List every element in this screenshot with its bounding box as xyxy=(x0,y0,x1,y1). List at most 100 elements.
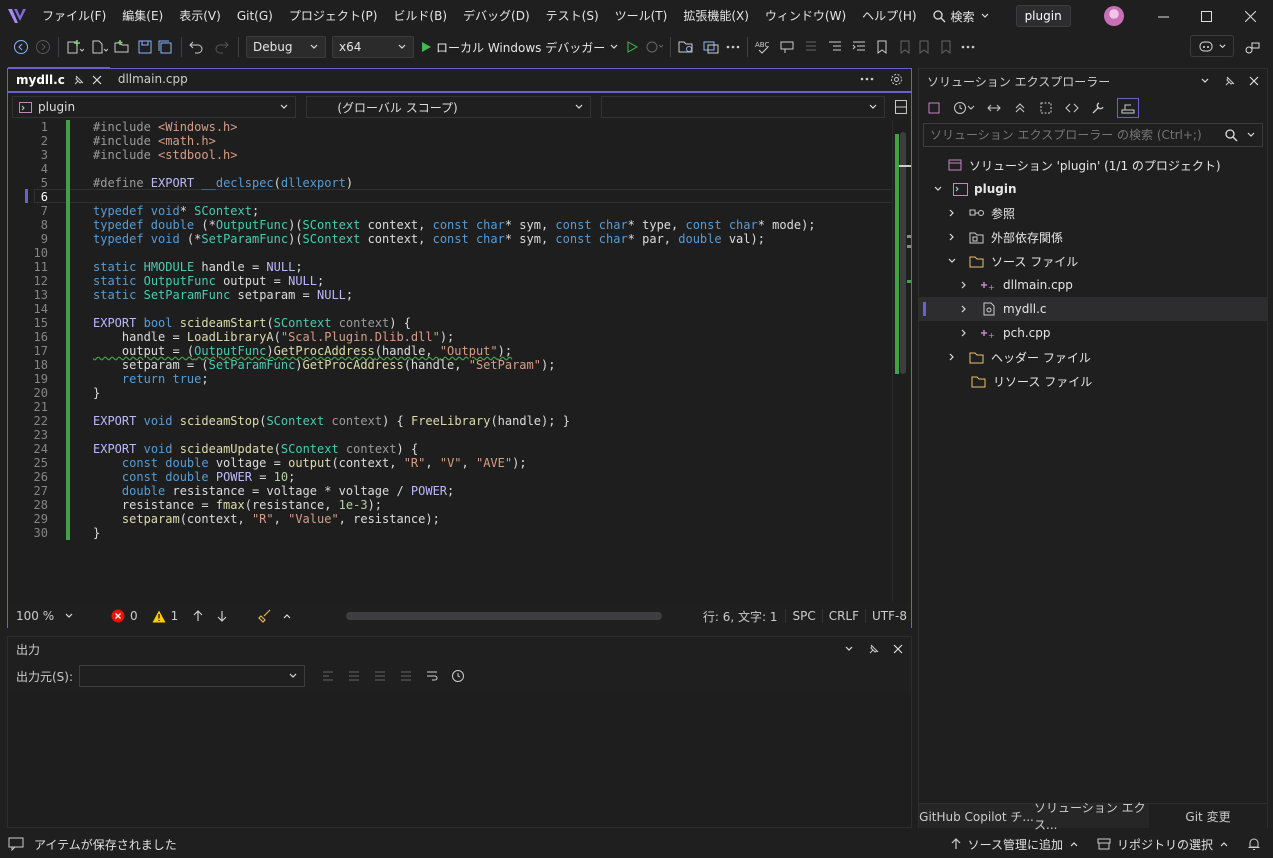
copilot-button[interactable] xyxy=(1190,35,1234,57)
tree-item-source-files[interactable]: ソース ファイル xyxy=(919,249,1267,273)
chevron-right-icon[interactable] xyxy=(959,280,969,290)
menu-tools[interactable]: ツール(T) xyxy=(607,0,676,32)
uncomment-button[interactable] xyxy=(800,35,824,59)
tree-item-dllmain-cpp[interactable]: + dllmain.cpp xyxy=(919,273,1267,297)
new-project-button[interactable] xyxy=(63,35,87,59)
open-folder-button[interactable] xyxy=(111,35,135,59)
chevron-down-icon[interactable] xyxy=(947,256,957,266)
clock-icon[interactable] xyxy=(451,669,465,683)
code-view-icon[interactable] xyxy=(1065,101,1079,115)
tab-overflow-button[interactable] xyxy=(852,67,882,91)
history-icon[interactable] xyxy=(953,101,975,115)
find-message-icon[interactable] xyxy=(321,669,335,683)
menu-edit[interactable]: 編集(E) xyxy=(114,0,171,32)
chevron-down-icon[interactable] xyxy=(933,184,943,194)
output-source-select[interactable] xyxy=(79,665,306,687)
chevron-right-icon[interactable] xyxy=(947,232,957,242)
member-dropdown[interactable] xyxy=(600,96,886,118)
menu-test[interactable]: テスト(S) xyxy=(538,0,607,32)
solution-search-input[interactable] xyxy=(930,128,1225,142)
vertical-scrollbar[interactable] xyxy=(892,120,911,602)
sync-icon[interactable] xyxy=(987,101,1001,115)
warning-count[interactable]: 1 xyxy=(152,609,178,623)
previous-message-icon[interactable] xyxy=(347,669,361,683)
navigate-back-button[interactable] xyxy=(10,35,32,59)
next-message-icon[interactable] xyxy=(373,669,387,683)
feedback-button[interactable] xyxy=(1242,37,1262,57)
show-all-files-icon[interactable] xyxy=(1039,101,1053,115)
tree-item-mydll-c[interactable]: mydll.c xyxy=(919,297,1267,321)
chevron-right-icon[interactable] xyxy=(947,352,957,362)
project-dropdown[interactable]: plugin xyxy=(12,96,297,118)
menu-git[interactable]: Git(G) xyxy=(229,0,281,32)
zoom-select[interactable]: 100 % xyxy=(8,609,83,623)
menu-window[interactable]: ウィンドウ(W) xyxy=(757,0,854,32)
tab-git-changes[interactable]: Git 変更 xyxy=(1149,804,1267,828)
avatar[interactable] xyxy=(1104,6,1124,26)
configuration-select[interactable]: Debug xyxy=(246,36,326,58)
hot-reload-button[interactable] xyxy=(642,35,666,59)
tab-solution-explorer[interactable]: ソリューション エクス... xyxy=(1034,801,1149,832)
horizontal-scrollbar[interactable] xyxy=(346,612,662,620)
chevron-down-icon[interactable] xyxy=(1200,76,1210,86)
menu-extensions[interactable]: 拡張機能(X) xyxy=(675,0,757,32)
new-file-button[interactable] xyxy=(87,35,111,59)
navigate-forward-button[interactable] xyxy=(32,35,54,59)
wrench-icon[interactable] xyxy=(1091,101,1105,115)
chevron-right-icon[interactable] xyxy=(947,208,957,218)
word-wrap-icon[interactable] xyxy=(425,669,439,683)
toolbar-overflow-button[interactable] xyxy=(723,35,743,59)
visual-studio-logo-icon[interactable] xyxy=(0,0,34,32)
error-count[interactable]: 0 xyxy=(111,609,138,623)
solution-name-badge[interactable]: plugin xyxy=(1015,5,1071,27)
cursor-position[interactable]: 行: 6, 文字: 1 xyxy=(695,608,786,625)
notification-status-icon[interactable] xyxy=(8,837,24,851)
tab-mydll-c[interactable]: mydll.c xyxy=(8,67,110,91)
pin-icon[interactable] xyxy=(1224,76,1235,87)
preview-selected-button[interactable] xyxy=(1117,98,1139,118)
add-to-source-control-button[interactable]: ソース管理に追加 xyxy=(950,836,1079,853)
solution-search-box[interactable] xyxy=(923,123,1263,147)
minimize-button[interactable] xyxy=(1140,0,1186,32)
code-editor[interactable]: 1 2 3 4 5 6 7 8 9 10 11 12 13 14 15 16 1… xyxy=(8,120,911,602)
bookmark-button[interactable] xyxy=(872,35,892,59)
clear-all-icon[interactable] xyxy=(399,669,413,683)
search-menu[interactable]: 検索 xyxy=(925,8,998,25)
menu-debug[interactable]: デバッグ(D) xyxy=(455,0,538,32)
chevron-right-icon[interactable] xyxy=(959,328,969,338)
menu-build[interactable]: ビルド(B) xyxy=(385,0,455,32)
outdent-button[interactable] xyxy=(824,35,848,59)
next-bookmark-button[interactable] xyxy=(914,35,936,59)
tree-item-resource-files[interactable]: リソース ファイル xyxy=(919,369,1267,393)
tree-item-references[interactable]: 参照 xyxy=(919,201,1267,225)
tab-github-copilot-chat[interactable]: GitHub Copilot チ... xyxy=(919,804,1034,828)
file-encoding[interactable]: UTF-8 xyxy=(865,609,911,623)
save-all-button[interactable] xyxy=(155,35,177,59)
comment-button[interactable] xyxy=(776,35,800,59)
editor-settings-button[interactable] xyxy=(882,67,911,91)
previous-bookmark-button[interactable] xyxy=(892,35,914,59)
output-text-area[interactable] xyxy=(8,691,911,827)
close-icon[interactable] xyxy=(1249,76,1259,86)
tree-item-external-dependencies[interactable]: 外部依存関係 xyxy=(919,225,1267,249)
scrollbar-thumb[interactable] xyxy=(900,132,906,374)
live-share-button[interactable] xyxy=(699,35,723,59)
start-without-debugging-button[interactable] xyxy=(622,35,642,59)
clear-bookmarks-button[interactable] xyxy=(936,35,958,59)
collapse-all-icon[interactable] xyxy=(1013,101,1027,115)
arrow-down-icon[interactable] xyxy=(216,610,228,622)
platform-select[interactable]: x64 xyxy=(332,36,414,58)
tree-item-header-files[interactable]: ヘッダー ファイル xyxy=(919,345,1267,369)
switch-views-icon[interactable] xyxy=(927,101,941,115)
pin-icon[interactable] xyxy=(73,75,84,86)
toolbar-overflow-button-2[interactable] xyxy=(958,35,978,59)
close-icon[interactable] xyxy=(893,644,903,654)
pin-icon[interactable] xyxy=(868,644,879,655)
bell-icon[interactable] xyxy=(1247,837,1261,851)
tree-item-project[interactable]: plugin xyxy=(919,177,1267,201)
code-cleanup[interactable] xyxy=(258,609,292,623)
close-icon[interactable] xyxy=(92,75,102,85)
split-editor-icon[interactable] xyxy=(895,100,907,114)
chevron-down-icon[interactable] xyxy=(844,644,854,654)
select-repository-button[interactable]: リポジトリの選択 xyxy=(1097,836,1229,853)
